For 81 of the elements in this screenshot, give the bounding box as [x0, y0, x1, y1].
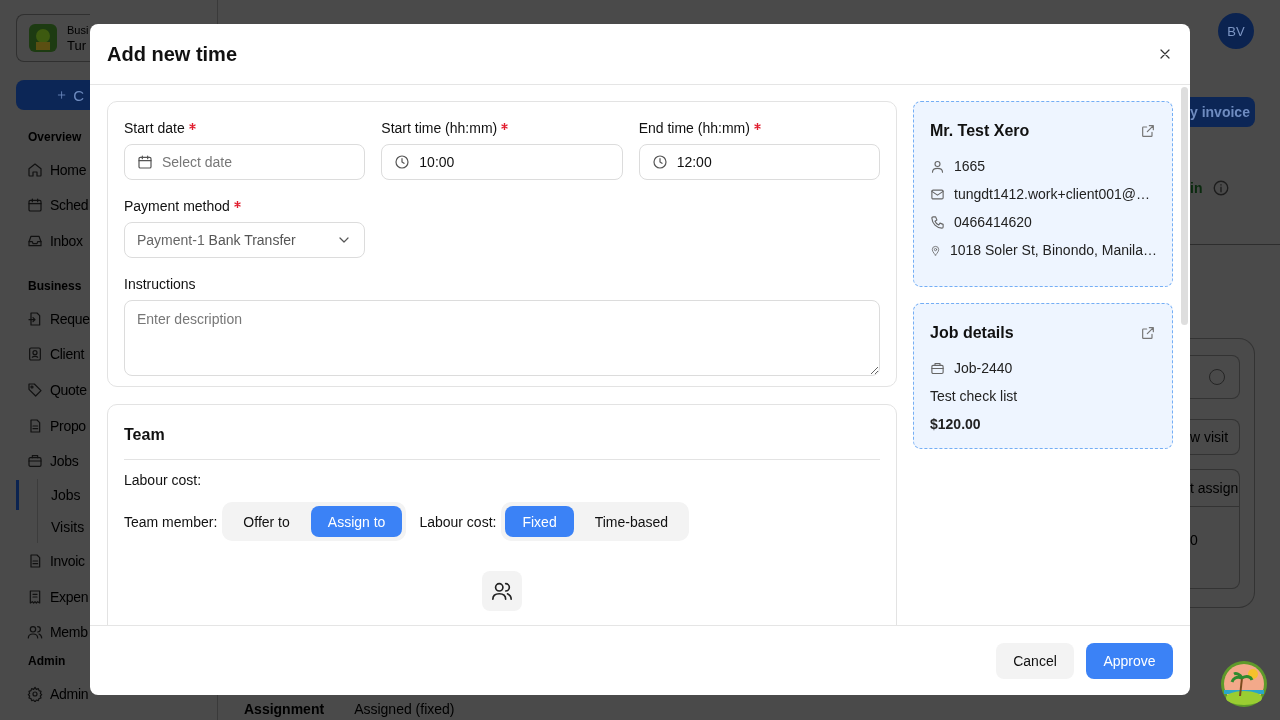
contact-card-icon	[27, 346, 43, 363]
team-members-button[interactable]	[482, 571, 522, 611]
section-title: Team	[124, 425, 166, 445]
mail-icon	[930, 186, 945, 202]
field-label: Payment method	[124, 198, 230, 214]
client-detail: 1665	[954, 158, 986, 174]
gear-icon	[27, 686, 43, 702]
person-icon	[930, 158, 945, 174]
segment-option[interactable]: Offer to	[226, 506, 307, 537]
external-link-icon	[1140, 123, 1156, 139]
document-icon	[27, 417, 43, 434]
status-text: in	[1190, 180, 1203, 196]
external-link-icon	[1140, 325, 1156, 341]
section-heading: Business	[28, 278, 82, 293]
job-price: $120.00	[930, 416, 981, 432]
sidebar-item[interactable]: Home	[16, 152, 87, 188]
user-avatar[interactable]: BV	[1218, 13, 1254, 49]
sidebar-subitem[interactable]: Visits	[16, 512, 85, 543]
sidebar-subitem[interactable]: Jobs	[16, 480, 81, 511]
section-heading: Admin	[28, 654, 66, 668]
card-title: Job details	[930, 324, 1014, 342]
sidebar-item[interactable]: Invoic	[16, 543, 85, 579]
sidebar-item[interactable]: Admin	[16, 676, 89, 712]
business-label: Busi	[67, 23, 89, 38]
scrollbar-thumb[interactable]	[1181, 87, 1188, 325]
section-heading: Overview	[28, 130, 82, 144]
island-logo-icon[interactable]	[1220, 660, 1268, 708]
field-label: Labour cost:	[124, 472, 203, 488]
info-icon	[1212, 179, 1231, 197]
people-icon	[491, 580, 513, 602]
home-icon	[27, 161, 43, 178]
field-label: Assignment	[244, 700, 325, 718]
segment-option[interactable]: Time-based	[577, 506, 686, 537]
panel-header: t assign	[1190, 480, 1239, 496]
segment-option[interactable]: Assign to	[310, 506, 403, 537]
briefcase-icon	[27, 453, 43, 470]
field-label: Team member:	[124, 513, 218, 530]
time-field[interactable]: 10:00	[381, 144, 623, 180]
sidebar-item[interactable]: Reque	[16, 300, 90, 337]
segment-option[interactable]: Fixed	[505, 506, 574, 537]
client-name: Mr. Test Xero	[930, 122, 1030, 140]
field-label: Start date	[124, 120, 185, 136]
cancel-button[interactable]: Cancel	[996, 642, 1074, 679]
people-icon	[27, 624, 43, 641]
dialog-title: Add new time	[107, 42, 237, 66]
panel-value: 0	[1190, 532, 1199, 548]
phone-icon	[930, 214, 945, 230]
client-detail: 1018 Soler St, Binondo, Manila…	[950, 242, 1157, 258]
document-icon	[27, 552, 43, 569]
field-label: Start time (hh:mm)	[381, 120, 498, 136]
sidebar-item[interactable]: Quote	[16, 372, 87, 408]
business-logo-icon	[29, 24, 57, 52]
business-name: Tur	[67, 38, 88, 53]
invoice-button[interactable]: y invoice	[1190, 97, 1255, 127]
field-label: Instructions	[124, 276, 196, 292]
field-value: Assigned (fixed)	[354, 700, 455, 718]
sidebar-item[interactable]: Sched	[16, 187, 89, 224]
sidebar-item[interactable]: Expen	[16, 578, 89, 615]
briefcase-icon	[930, 360, 945, 376]
sidebar-item[interactable]: Inbox	[16, 223, 83, 259]
date-field[interactable]: Select date	[124, 144, 366, 180]
field-label: End time (hh:mm)	[638, 120, 750, 136]
create-button[interactable]: C	[16, 80, 90, 110]
sidebar-item[interactable]: Jobs	[16, 443, 79, 480]
sidebar-item[interactable]: Client	[16, 336, 84, 373]
document-arrow-icon	[27, 310, 43, 327]
receipt-icon	[27, 588, 43, 605]
sidebar-item[interactable]: Propo	[16, 407, 86, 444]
instructions-field[interactable]: Enter description	[124, 300, 880, 376]
location-pin-icon	[930, 244, 941, 256]
payment-method-select[interactable]: Payment-1 Bank Transfer	[124, 222, 365, 258]
approve-button[interactable]: Approve	[1086, 642, 1173, 679]
job-description: Test check list	[930, 388, 1018, 404]
tag-icon	[27, 382, 43, 398]
time-field[interactable]: 12:00	[638, 144, 880, 180]
field-label: Labour cost:	[419, 513, 497, 530]
job-number: Job-2440	[954, 360, 1013, 376]
client-detail: tungdt1412.work+client001@…	[954, 186, 1150, 202]
sidebar-item[interactable]: Memb	[16, 614, 88, 650]
calendar-icon	[27, 197, 43, 214]
client-detail: 0466414620	[954, 214, 1032, 230]
